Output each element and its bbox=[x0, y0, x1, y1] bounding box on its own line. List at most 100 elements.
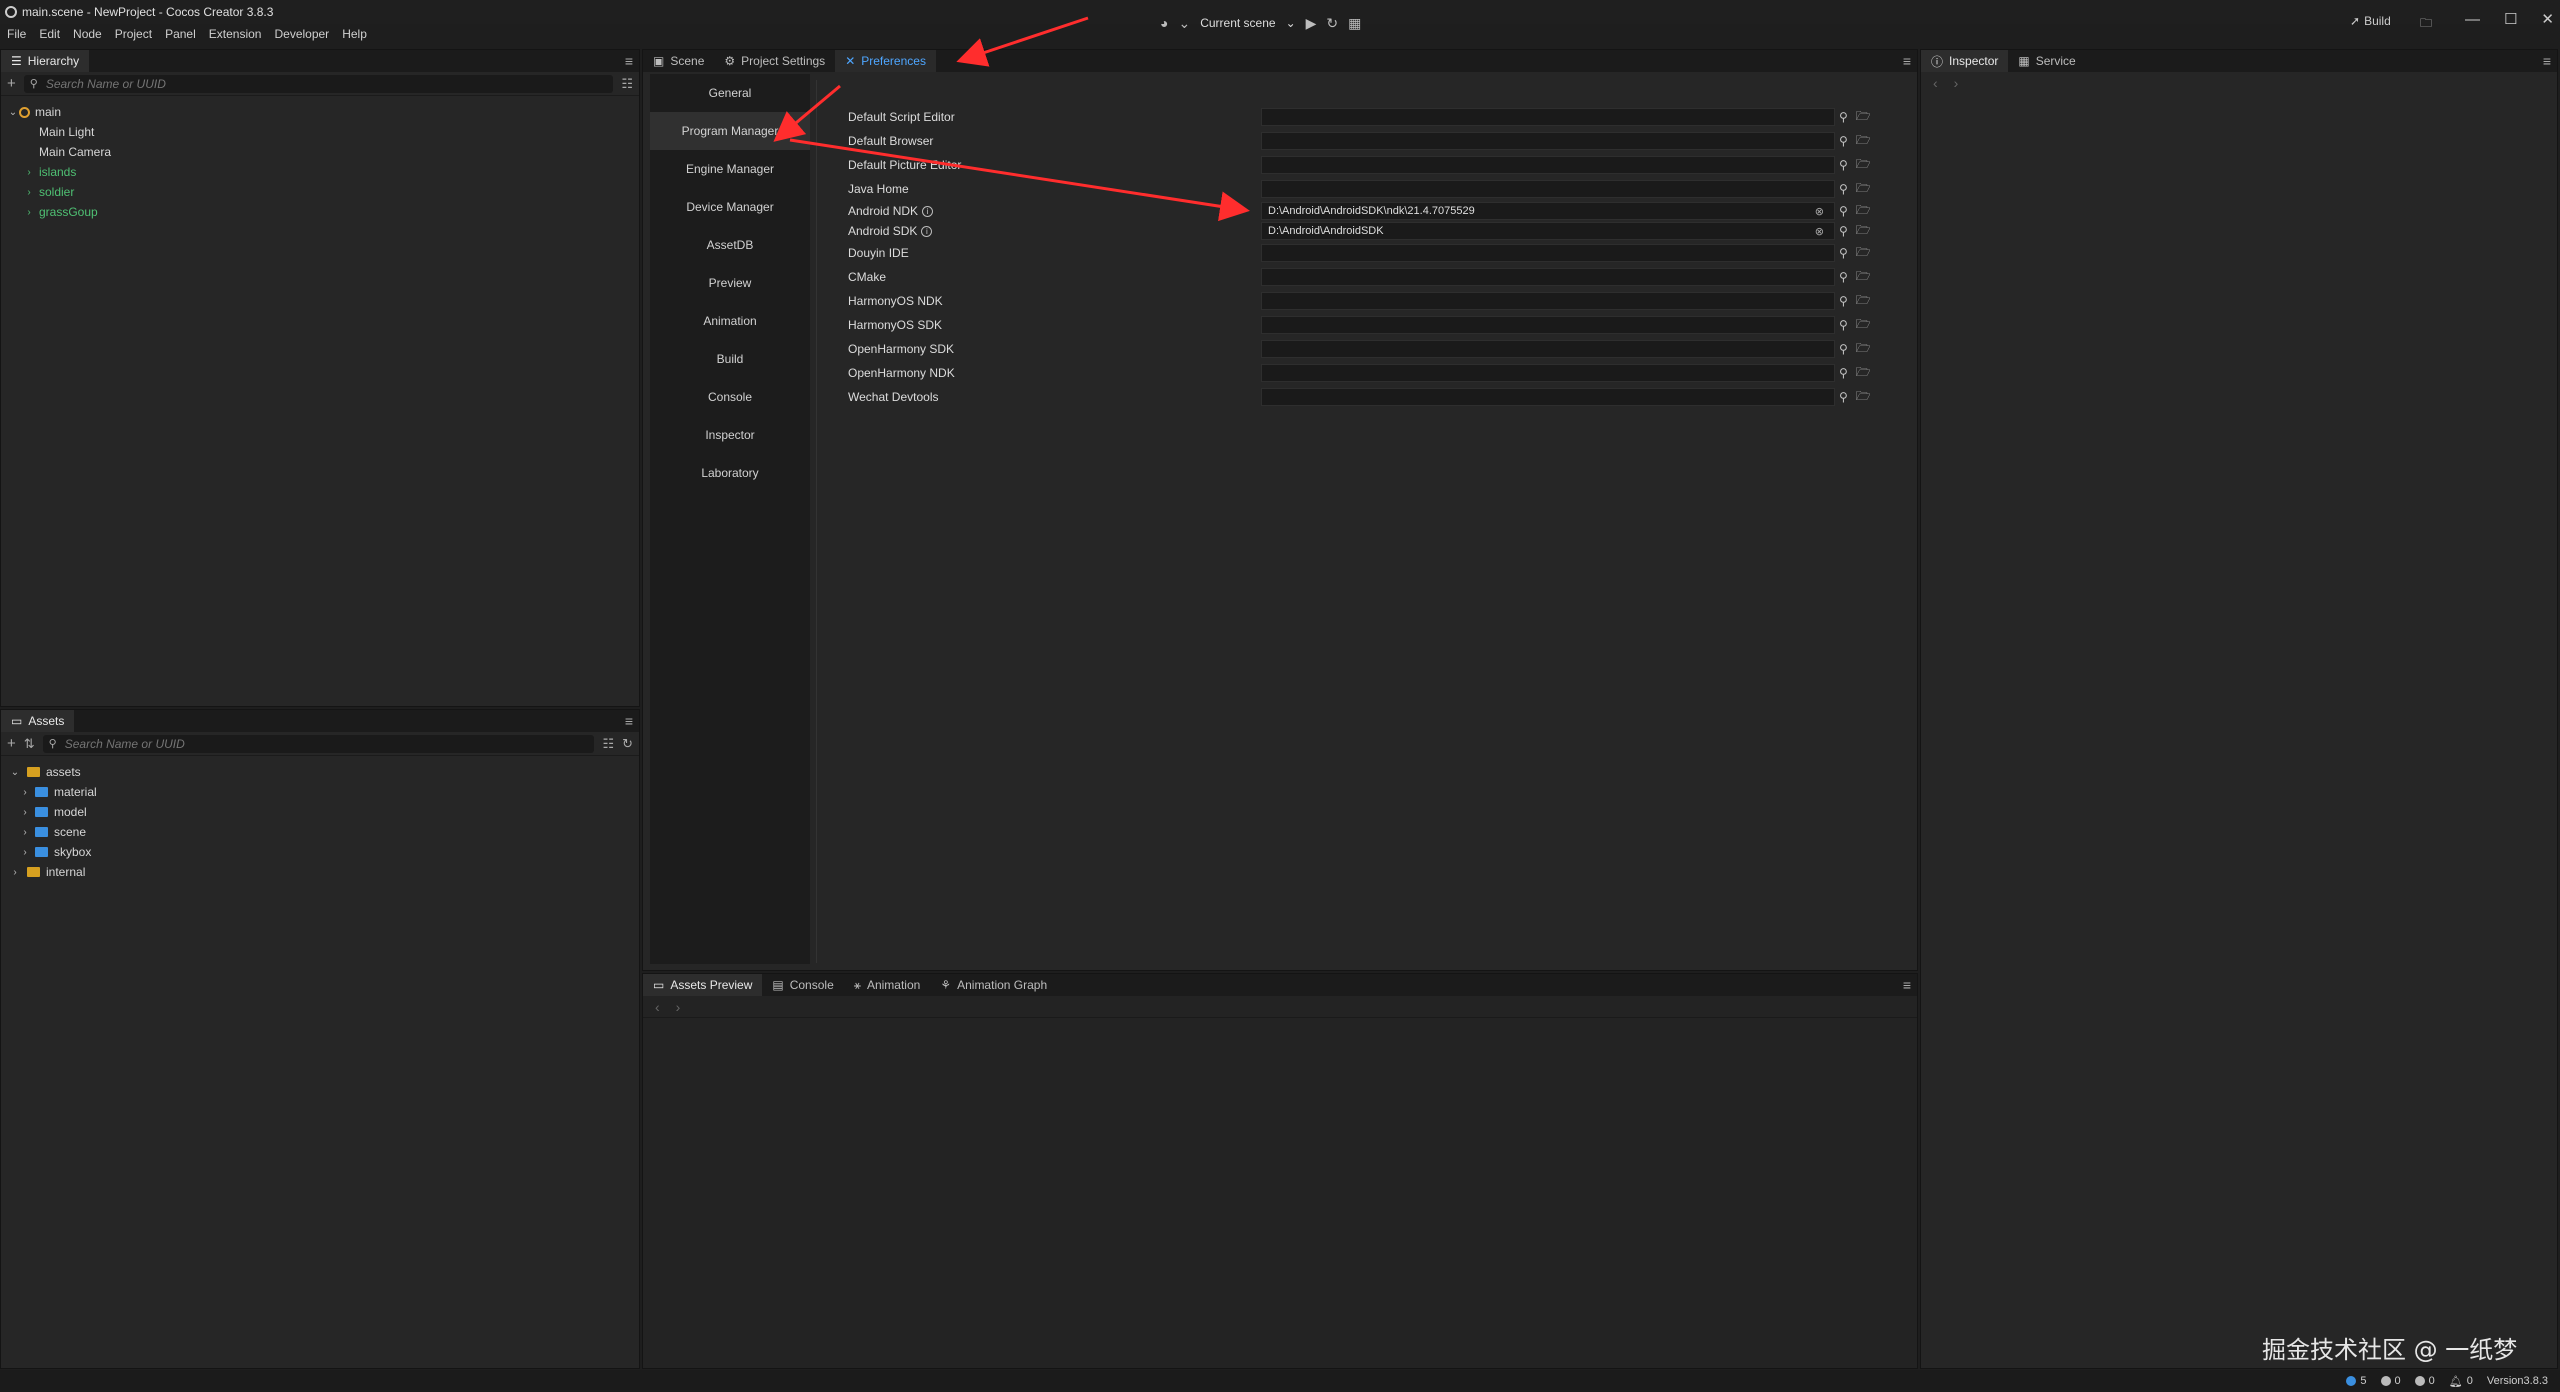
search-icon[interactable]: ⚲ bbox=[1839, 182, 1848, 196]
path-input[interactable] bbox=[1261, 180, 1835, 198]
info-icon[interactable]: i bbox=[921, 225, 933, 237]
open-folder-button[interactable]: 🗀 bbox=[2420, 14, 2432, 35]
back-arrow-icon[interactable]: ‹ bbox=[655, 999, 660, 1015]
panel-menu-icon[interactable]: ≡ bbox=[1903, 53, 1911, 69]
clear-icon[interactable]: ⊗ bbox=[1815, 205, 1824, 218]
tree-node-soldier[interactable]: › soldier bbox=[1, 182, 639, 202]
refresh-icon[interactable]: ↻ bbox=[1326, 15, 1338, 32]
path-input[interactable]: D:\Android\AndroidSDK ⊗ bbox=[1261, 222, 1835, 240]
hierarchy-search-input[interactable] bbox=[45, 76, 614, 91]
chevron-right-icon[interactable]: › bbox=[23, 207, 35, 218]
search-icon[interactable]: ⚲ bbox=[1839, 110, 1848, 124]
tree-node-main-camera[interactable]: Main Camera bbox=[1, 142, 639, 162]
nav-program-manager[interactable]: Program Manager bbox=[650, 112, 810, 150]
chevron-down-icon[interactable]: ⌄ bbox=[1178, 15, 1190, 32]
search-icon[interactable]: ⚲ bbox=[1839, 224, 1848, 238]
play-icon[interactable]: ▶ bbox=[1306, 15, 1317, 32]
panel-menu-icon[interactable]: ≡ bbox=[625, 53, 633, 69]
chevron-right-icon[interactable]: › bbox=[19, 827, 31, 838]
path-input[interactable] bbox=[1261, 132, 1835, 150]
tab-inspector[interactable]: ⓘ Inspector bbox=[1921, 50, 2009, 72]
forward-arrow-icon[interactable]: › bbox=[676, 999, 681, 1015]
folder-open-icon[interactable]: 🗁 bbox=[1856, 131, 1871, 152]
chevron-down-icon[interactable]: ⌄ bbox=[7, 107, 19, 118]
menu-developer[interactable]: Developer bbox=[274, 27, 329, 41]
tree-node-main-light[interactable]: Main Light bbox=[1, 122, 639, 142]
scene-select[interactable]: Current scene ⌄ bbox=[1200, 16, 1295, 30]
minimize-icon[interactable]: — bbox=[2465, 11, 2480, 28]
path-input[interactable] bbox=[1261, 364, 1835, 382]
notify-count[interactable]: 🔔︎ 0 bbox=[2449, 1375, 2473, 1388]
asset-folder-skybox[interactable]: › skybox bbox=[1, 842, 639, 862]
search-icon[interactable]: ⚲ bbox=[1839, 204, 1848, 218]
menu-edit[interactable]: Edit bbox=[39, 27, 60, 41]
tree-node-grassgoup[interactable]: › grassGoup bbox=[1, 202, 639, 222]
search-icon[interactable]: ⚲ bbox=[1839, 270, 1848, 284]
nav-assetdb[interactable]: AssetDB bbox=[650, 226, 810, 264]
menu-file[interactable]: File bbox=[7, 27, 26, 41]
folder-open-icon[interactable]: 🗁 bbox=[1856, 243, 1871, 264]
tab-animation[interactable]: ⚹ Animation bbox=[844, 974, 931, 996]
nav-general[interactable]: General bbox=[650, 74, 810, 112]
tab-service[interactable]: ▦ Service bbox=[2008, 50, 2085, 72]
folder-open-icon[interactable]: 🗁 bbox=[1856, 179, 1871, 200]
menu-project[interactable]: Project bbox=[115, 27, 152, 41]
search-icon[interactable]: ⚲ bbox=[1839, 366, 1848, 380]
asset-folder-assets[interactable]: ⌄ assets bbox=[1, 762, 639, 782]
warn-count[interactable]: 0 bbox=[2380, 1375, 2401, 1387]
tab-assets-preview[interactable]: ▭ Assets Preview bbox=[643, 974, 763, 996]
path-input[interactable] bbox=[1261, 108, 1835, 126]
chevron-right-icon[interactable]: › bbox=[19, 787, 31, 798]
path-input[interactable] bbox=[1261, 292, 1835, 310]
menu-extension[interactable]: Extension bbox=[209, 27, 262, 41]
nav-inspector[interactable]: Inspector bbox=[650, 416, 810, 454]
panel-menu-icon[interactable]: ≡ bbox=[1903, 977, 1911, 993]
search-icon[interactable]: ⚲ bbox=[1839, 158, 1848, 172]
path-input[interactable]: D:\Android\AndroidSDK\ndk\21.4.7075529 ⊗ bbox=[1261, 202, 1835, 220]
search-icon[interactable]: ⚲ bbox=[1839, 342, 1848, 356]
folder-open-icon[interactable]: 🗁 bbox=[1856, 387, 1871, 408]
folder-open-icon[interactable]: 🗁 bbox=[1856, 267, 1871, 288]
tab-hierarchy[interactable]: ☰ Hierarchy bbox=[1, 50, 90, 72]
close-icon[interactable]: ✕ bbox=[2541, 10, 2554, 28]
back-arrow-icon[interactable]: ‹ bbox=[1933, 75, 1938, 91]
forward-arrow-icon[interactable]: › bbox=[1954, 75, 1959, 91]
path-input[interactable] bbox=[1261, 244, 1835, 262]
path-input[interactable] bbox=[1261, 388, 1835, 406]
nav-engine-manager[interactable]: Engine Manager bbox=[650, 150, 810, 188]
tab-project-settings[interactable]: ⚙ Project Settings bbox=[714, 50, 835, 72]
add-node-icon[interactable]: + bbox=[7, 75, 16, 92]
asset-folder-model[interactable]: › model bbox=[1, 802, 639, 822]
info-count[interactable]: 5 bbox=[2346, 1375, 2367, 1387]
folder-open-icon[interactable]: 🗁 bbox=[1856, 201, 1871, 222]
clear-icon[interactable]: ⊗ bbox=[1815, 225, 1824, 238]
nav-console[interactable]: Console bbox=[650, 378, 810, 416]
info-icon[interactable]: i bbox=[922, 205, 934, 217]
search-icon[interactable]: ⚲ bbox=[1839, 246, 1848, 260]
error-count[interactable]: 0 bbox=[2414, 1375, 2435, 1387]
search-icon[interactable]: ⚲ bbox=[1839, 390, 1848, 404]
tab-preferences[interactable]: ✕ Preferences bbox=[835, 50, 936, 72]
qr-code-icon[interactable]: ▦ bbox=[1348, 15, 1361, 32]
path-input[interactable] bbox=[1261, 316, 1835, 334]
folder-open-icon[interactable]: 🗁 bbox=[1856, 363, 1871, 384]
chevron-right-icon[interactable]: › bbox=[19, 807, 31, 818]
search-icon[interactable]: ⚲ bbox=[1839, 318, 1848, 332]
add-asset-icon[interactable]: + bbox=[7, 735, 16, 752]
build-button[interactable]: ➚ Build bbox=[2350, 14, 2391, 28]
nav-device-manager[interactable]: Device Manager bbox=[650, 188, 810, 226]
refresh-icon[interactable]: ↻ bbox=[622, 736, 633, 752]
maximize-icon[interactable]: ☐ bbox=[2504, 10, 2517, 28]
panel-menu-icon[interactable]: ≡ bbox=[625, 713, 633, 729]
chevron-right-icon[interactable]: › bbox=[23, 167, 35, 178]
folder-open-icon[interactable]: 🗁 bbox=[1856, 221, 1871, 242]
asset-folder-material[interactable]: › material bbox=[1, 782, 639, 802]
asset-folder-scene[interactable]: › scene bbox=[1, 822, 639, 842]
tab-scene[interactable]: ▣ Scene bbox=[643, 50, 714, 72]
menu-node[interactable]: Node bbox=[73, 27, 102, 41]
path-input[interactable] bbox=[1261, 156, 1835, 174]
nav-animation[interactable]: Animation bbox=[650, 302, 810, 340]
folder-open-icon[interactable]: 🗁 bbox=[1856, 107, 1871, 128]
chevron-right-icon[interactable]: › bbox=[9, 867, 21, 878]
search-icon[interactable]: ⚲ bbox=[1839, 134, 1848, 148]
